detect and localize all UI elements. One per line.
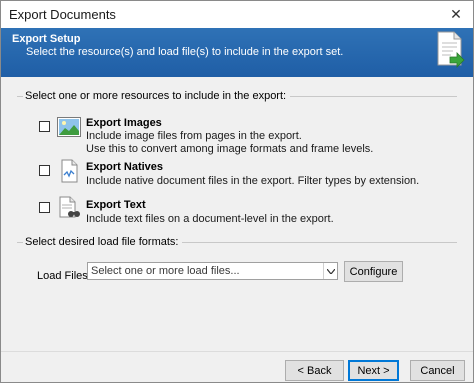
export-natives-checkbox[interactable] xyxy=(39,165,50,176)
close-button[interactable]: ✕ xyxy=(439,1,473,28)
window-title: Export Documents xyxy=(9,7,116,22)
configure-button[interactable]: Configure xyxy=(344,261,403,282)
image-icon xyxy=(57,117,81,137)
export-documents-dialog: Export Documents ✕ Export Setup Select t… xyxy=(0,0,474,383)
export-natives-title: Export Natives xyxy=(86,161,164,173)
loadfile-group-header: Select desired load file formats: xyxy=(17,236,457,248)
setup-banner: Export Setup Select the resource(s) and … xyxy=(1,28,473,77)
load-files-placeholder: Select one or more load files... xyxy=(91,265,240,277)
export-images-title: Export Images xyxy=(86,117,162,129)
banner-subtitle: Select the resource(s) and load file(s) … xyxy=(26,46,344,58)
load-files-label: Load Files: xyxy=(37,270,91,282)
export-natives-desc-1: Include native document files in the exp… xyxy=(86,175,420,187)
loadfile-group-label: Select desired load file formats: xyxy=(25,236,179,248)
close-icon: ✕ xyxy=(450,6,462,22)
dialog-footer: < Back Next > Cancel xyxy=(1,351,473,382)
title-bar: Export Documents ✕ xyxy=(1,1,473,28)
next-button-label: Next > xyxy=(357,364,390,377)
export-images-desc-2: Use this to convert among image formats … xyxy=(86,143,374,155)
chevron-down-icon[interactable] xyxy=(323,263,337,279)
cancel-button[interactable]: Cancel xyxy=(410,360,465,381)
next-button[interactable]: Next > xyxy=(348,360,399,381)
cancel-button-label: Cancel xyxy=(420,364,455,377)
back-button-label: < Back xyxy=(297,364,332,377)
content-area: Select one or more resources to include … xyxy=(1,77,473,351)
text-search-icon xyxy=(59,196,80,218)
export-text-desc-1: Include text files on a document-level i… xyxy=(86,213,334,225)
resources-group-label: Select one or more resources to include … xyxy=(25,90,287,102)
export-text-checkbox[interactable] xyxy=(39,202,50,213)
export-images-checkbox[interactable] xyxy=(39,121,50,132)
export-document-icon xyxy=(437,31,465,68)
resources-group-header: Select one or more resources to include … xyxy=(17,90,457,102)
export-text-title: Export Text xyxy=(86,199,146,211)
configure-button-label: Configure xyxy=(349,265,398,278)
back-button[interactable]: < Back xyxy=(285,360,344,381)
banner-title: Export Setup xyxy=(12,33,81,45)
load-files-dropdown[interactable]: Select one or more load files... xyxy=(87,262,338,280)
export-images-desc-1: Include image files from pages in the ex… xyxy=(86,130,302,142)
native-document-icon xyxy=(61,159,78,183)
